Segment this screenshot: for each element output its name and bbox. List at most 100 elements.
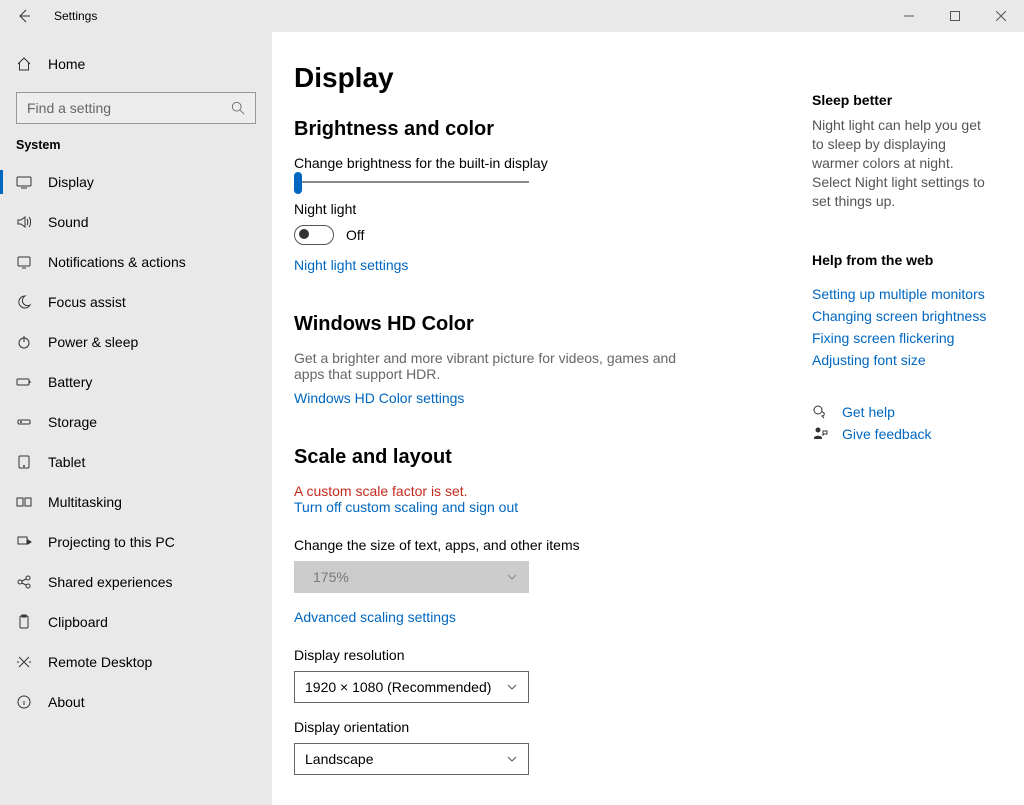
sidebar-item-focus-assist[interactable]: Focus assist — [0, 282, 272, 322]
slider-thumb[interactable] — [294, 172, 302, 194]
sidebar-item-label: Multitasking — [48, 494, 122, 510]
section-scale: Scale and layout — [294, 446, 796, 469]
hd-settings-link[interactable]: Windows HD Color settings — [294, 390, 464, 406]
search-icon — [231, 101, 245, 115]
brightness-label: Change brightness for the built-in displ… — [294, 155, 796, 171]
back-button[interactable] — [0, 0, 48, 32]
sidebar-item-remote-desktop[interactable]: Remote Desktop — [0, 642, 272, 682]
back-arrow-icon — [16, 8, 32, 24]
remote-desktop-icon — [16, 654, 32, 670]
give-feedback-link[interactable]: Give feedback — [842, 426, 932, 442]
get-help-row[interactable]: Get help — [812, 404, 994, 420]
give-feedback-row[interactable]: Give feedback — [812, 426, 994, 442]
sidebar-item-storage[interactable]: Storage — [0, 402, 272, 442]
sidebar-item-notifications[interactable]: Notifications & actions — [0, 242, 272, 282]
night-light-settings-link[interactable]: Night light settings — [294, 257, 408, 273]
help-link[interactable]: Setting up multiple monitors — [812, 286, 994, 302]
chevron-down-icon — [506, 753, 518, 765]
advanced-scaling-link[interactable]: Advanced scaling settings — [294, 609, 456, 625]
sidebar-item-shared-experiences[interactable]: Shared experiences — [0, 562, 272, 602]
power-icon — [16, 334, 32, 350]
search-input[interactable]: Find a setting — [16, 92, 256, 124]
sidebar-item-label: Remote Desktop — [48, 654, 152, 670]
sidebar-item-battery[interactable]: Battery — [0, 362, 272, 402]
resolution-label: Display resolution — [294, 647, 796, 663]
help-link[interactable]: Adjusting font size — [812, 352, 994, 368]
tablet-icon — [16, 454, 32, 470]
sidebar-item-label: Projecting to this PC — [48, 534, 175, 550]
search-placeholder: Find a setting — [27, 100, 111, 116]
main-panel: Display Brightness and color Change brig… — [294, 62, 796, 805]
toggle-track — [294, 225, 334, 245]
sidebar-item-label: Notifications & actions — [48, 254, 186, 270]
sidebar-item-multitasking[interactable]: Multitasking — [0, 482, 272, 522]
turn-off-scaling-link[interactable]: Turn off custom scaling and sign out — [294, 499, 518, 515]
resolution-combo[interactable]: 1920 × 1080 (Recommended) — [294, 671, 529, 703]
section-hd-color: Windows HD Color — [294, 313, 796, 336]
sidebar-item-label: Display — [48, 174, 94, 190]
sidebar-item-label: About — [48, 694, 85, 710]
home-button[interactable]: Home — [0, 44, 272, 84]
sidebar-item-label: Shared experiences — [48, 574, 173, 590]
sidebar-item-display[interactable]: Display — [0, 162, 272, 202]
sidebar-item-label: Tablet — [48, 454, 85, 470]
help-link[interactable]: Fixing screen flickering — [812, 330, 994, 346]
orientation-value: Landscape — [305, 751, 374, 767]
chevron-down-icon — [506, 571, 518, 583]
content-area: Display Brightness and color Change brig… — [272, 32, 1024, 805]
sidebar-item-tablet[interactable]: Tablet — [0, 442, 272, 482]
battery-icon — [16, 374, 32, 390]
sidebar-item-label: Sound — [48, 214, 88, 230]
multitasking-icon — [16, 494, 32, 510]
sidebar: Home Find a setting System Display Sound… — [0, 32, 272, 805]
nav-list: Display Sound Notifications & actions Fo… — [0, 162, 272, 722]
feedback-icon — [812, 426, 828, 442]
share-icon — [16, 574, 32, 590]
toggle-state: Off — [346, 227, 364, 243]
brightness-slider[interactable] — [294, 181, 529, 183]
orientation-label: Display orientation — [294, 719, 796, 735]
sidebar-item-projecting[interactable]: Projecting to this PC — [0, 522, 272, 562]
titlebar: Settings — [0, 0, 1024, 32]
notifications-icon — [16, 254, 32, 270]
side-panel: Sleep better Night light can help you ge… — [796, 62, 994, 805]
section-brightness: Brightness and color — [294, 118, 796, 141]
toggle-knob — [299, 229, 309, 239]
help-icon — [812, 404, 828, 420]
minimize-button[interactable] — [886, 0, 932, 32]
maximize-icon — [950, 11, 960, 21]
projecting-icon — [16, 534, 32, 550]
close-icon — [996, 11, 1006, 21]
sleep-better-desc: Night light can help you get to sleep by… — [812, 116, 994, 210]
sidebar-item-power-sleep[interactable]: Power & sleep — [0, 322, 272, 362]
sidebar-item-label: Focus assist — [48, 294, 126, 310]
hd-desc: Get a brighter and more vibrant picture … — [294, 350, 694, 382]
text-size-combo: 175% — [294, 561, 529, 593]
sidebar-item-label: Clipboard — [48, 614, 108, 630]
help-from-web-title: Help from the web — [812, 252, 994, 268]
scale-warning: A custom scale factor is set. — [294, 483, 796, 499]
sleep-better-title: Sleep better — [812, 92, 994, 108]
sidebar-item-label: Storage — [48, 414, 97, 430]
night-light-toggle[interactable]: Off — [294, 225, 796, 245]
help-link[interactable]: Changing screen brightness — [812, 308, 994, 324]
sidebar-item-about[interactable]: About — [0, 682, 272, 722]
sidebar-item-clipboard[interactable]: Clipboard — [0, 602, 272, 642]
chevron-down-icon — [506, 681, 518, 693]
get-help-link[interactable]: Get help — [842, 404, 895, 420]
minimize-icon — [904, 11, 914, 21]
home-icon — [16, 56, 32, 72]
orientation-combo[interactable]: Landscape — [294, 743, 529, 775]
window-title: Settings — [54, 9, 97, 23]
display-icon — [16, 174, 32, 190]
close-button[interactable] — [978, 0, 1024, 32]
night-light-label: Night light — [294, 201, 796, 217]
text-size-label: Change the size of text, apps, and other… — [294, 537, 796, 553]
storage-icon — [16, 414, 32, 430]
moon-icon — [16, 294, 32, 310]
clipboard-icon — [16, 614, 32, 630]
resolution-value: 1920 × 1080 (Recommended) — [305, 679, 491, 695]
sidebar-item-sound[interactable]: Sound — [0, 202, 272, 242]
sound-icon — [16, 214, 32, 230]
maximize-button[interactable] — [932, 0, 978, 32]
